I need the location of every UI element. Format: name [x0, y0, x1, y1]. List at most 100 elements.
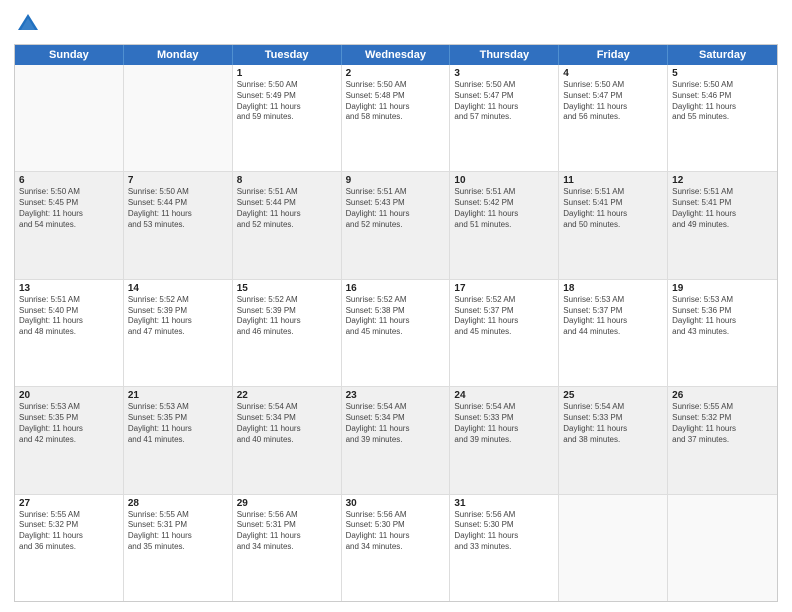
- cell-info: Sunrise: 5:50 AM Sunset: 5:47 PM Dayligh…: [454, 80, 554, 123]
- day-number: 15: [237, 283, 337, 294]
- calendar-week-row: 13Sunrise: 5:51 AM Sunset: 5:40 PM Dayli…: [15, 280, 777, 387]
- cell-info: Sunrise: 5:52 AM Sunset: 5:38 PM Dayligh…: [346, 295, 446, 338]
- calendar-cell: 25Sunrise: 5:54 AM Sunset: 5:33 PM Dayli…: [559, 387, 668, 493]
- calendar-week-row: 6Sunrise: 5:50 AM Sunset: 5:45 PM Daylig…: [15, 172, 777, 279]
- calendar-cell: 28Sunrise: 5:55 AM Sunset: 5:31 PM Dayli…: [124, 495, 233, 601]
- calendar-cell: 30Sunrise: 5:56 AM Sunset: 5:30 PM Dayli…: [342, 495, 451, 601]
- day-number: 16: [346, 283, 446, 294]
- day-header: Monday: [124, 45, 233, 65]
- cell-info: Sunrise: 5:52 AM Sunset: 5:39 PM Dayligh…: [128, 295, 228, 338]
- day-number: 10: [454, 175, 554, 186]
- calendar-cell: 10Sunrise: 5:51 AM Sunset: 5:42 PM Dayli…: [450, 172, 559, 278]
- calendar: SundayMondayTuesdayWednesdayThursdayFrid…: [14, 44, 778, 602]
- calendar-header: SundayMondayTuesdayWednesdayThursdayFrid…: [15, 45, 777, 65]
- cell-info: Sunrise: 5:54 AM Sunset: 5:34 PM Dayligh…: [237, 402, 337, 445]
- calendar-cell: 2Sunrise: 5:50 AM Sunset: 5:48 PM Daylig…: [342, 65, 451, 171]
- day-number: 26: [672, 390, 773, 401]
- cell-info: Sunrise: 5:50 AM Sunset: 5:47 PM Dayligh…: [563, 80, 663, 123]
- calendar-cell: 27Sunrise: 5:55 AM Sunset: 5:32 PM Dayli…: [15, 495, 124, 601]
- day-number: 9: [346, 175, 446, 186]
- calendar-cell: 20Sunrise: 5:53 AM Sunset: 5:35 PM Dayli…: [15, 387, 124, 493]
- calendar-week-row: 27Sunrise: 5:55 AM Sunset: 5:32 PM Dayli…: [15, 495, 777, 601]
- page: SundayMondayTuesdayWednesdayThursdayFrid…: [0, 0, 792, 612]
- day-number: 31: [454, 498, 554, 509]
- day-header: Thursday: [450, 45, 559, 65]
- calendar-cell: 26Sunrise: 5:55 AM Sunset: 5:32 PM Dayli…: [668, 387, 777, 493]
- calendar-cell: 24Sunrise: 5:54 AM Sunset: 5:33 PM Dayli…: [450, 387, 559, 493]
- day-number: 29: [237, 498, 337, 509]
- day-number: 13: [19, 283, 119, 294]
- day-number: 18: [563, 283, 663, 294]
- calendar-week-row: 1Sunrise: 5:50 AM Sunset: 5:49 PM Daylig…: [15, 65, 777, 172]
- day-number: 27: [19, 498, 119, 509]
- cell-info: Sunrise: 5:53 AM Sunset: 5:35 PM Dayligh…: [128, 402, 228, 445]
- calendar-cell: 17Sunrise: 5:52 AM Sunset: 5:37 PM Dayli…: [450, 280, 559, 386]
- day-number: 22: [237, 390, 337, 401]
- day-number: 20: [19, 390, 119, 401]
- day-number: 17: [454, 283, 554, 294]
- day-number: 30: [346, 498, 446, 509]
- calendar-cell: 14Sunrise: 5:52 AM Sunset: 5:39 PM Dayli…: [124, 280, 233, 386]
- calendar-cell: 3Sunrise: 5:50 AM Sunset: 5:47 PM Daylig…: [450, 65, 559, 171]
- calendar-cell: 15Sunrise: 5:52 AM Sunset: 5:39 PM Dayli…: [233, 280, 342, 386]
- calendar-cell: 5Sunrise: 5:50 AM Sunset: 5:46 PM Daylig…: [668, 65, 777, 171]
- calendar-cell: 29Sunrise: 5:56 AM Sunset: 5:31 PM Dayli…: [233, 495, 342, 601]
- day-number: 25: [563, 390, 663, 401]
- day-number: 8: [237, 175, 337, 186]
- cell-info: Sunrise: 5:51 AM Sunset: 5:41 PM Dayligh…: [672, 187, 773, 230]
- calendar-cell: [15, 65, 124, 171]
- cell-info: Sunrise: 5:53 AM Sunset: 5:35 PM Dayligh…: [19, 402, 119, 445]
- cell-info: Sunrise: 5:50 AM Sunset: 5:48 PM Dayligh…: [346, 80, 446, 123]
- calendar-cell: 31Sunrise: 5:56 AM Sunset: 5:30 PM Dayli…: [450, 495, 559, 601]
- cell-info: Sunrise: 5:55 AM Sunset: 5:32 PM Dayligh…: [672, 402, 773, 445]
- calendar-cell: 11Sunrise: 5:51 AM Sunset: 5:41 PM Dayli…: [559, 172, 668, 278]
- day-number: 24: [454, 390, 554, 401]
- calendar-cell: [124, 65, 233, 171]
- cell-info: Sunrise: 5:52 AM Sunset: 5:37 PM Dayligh…: [454, 295, 554, 338]
- calendar-cell: 7Sunrise: 5:50 AM Sunset: 5:44 PM Daylig…: [124, 172, 233, 278]
- day-header: Tuesday: [233, 45, 342, 65]
- cell-info: Sunrise: 5:54 AM Sunset: 5:33 PM Dayligh…: [454, 402, 554, 445]
- calendar-cell: 9Sunrise: 5:51 AM Sunset: 5:43 PM Daylig…: [342, 172, 451, 278]
- cell-info: Sunrise: 5:50 AM Sunset: 5:44 PM Dayligh…: [128, 187, 228, 230]
- day-number: 28: [128, 498, 228, 509]
- day-number: 14: [128, 283, 228, 294]
- day-number: 11: [563, 175, 663, 186]
- day-number: 4: [563, 68, 663, 79]
- cell-info: Sunrise: 5:53 AM Sunset: 5:37 PM Dayligh…: [563, 295, 663, 338]
- day-number: 2: [346, 68, 446, 79]
- cell-info: Sunrise: 5:56 AM Sunset: 5:30 PM Dayligh…: [346, 510, 446, 553]
- day-number: 5: [672, 68, 773, 79]
- day-number: 21: [128, 390, 228, 401]
- calendar-cell: 23Sunrise: 5:54 AM Sunset: 5:34 PM Dayli…: [342, 387, 451, 493]
- logo-icon: [14, 10, 42, 38]
- cell-info: Sunrise: 5:51 AM Sunset: 5:41 PM Dayligh…: [563, 187, 663, 230]
- cell-info: Sunrise: 5:51 AM Sunset: 5:40 PM Dayligh…: [19, 295, 119, 338]
- day-header: Wednesday: [342, 45, 451, 65]
- calendar-cell: 1Sunrise: 5:50 AM Sunset: 5:49 PM Daylig…: [233, 65, 342, 171]
- cell-info: Sunrise: 5:51 AM Sunset: 5:42 PM Dayligh…: [454, 187, 554, 230]
- calendar-cell: 12Sunrise: 5:51 AM Sunset: 5:41 PM Dayli…: [668, 172, 777, 278]
- day-number: 12: [672, 175, 773, 186]
- cell-info: Sunrise: 5:56 AM Sunset: 5:31 PM Dayligh…: [237, 510, 337, 553]
- calendar-cell: 21Sunrise: 5:53 AM Sunset: 5:35 PM Dayli…: [124, 387, 233, 493]
- cell-info: Sunrise: 5:54 AM Sunset: 5:33 PM Dayligh…: [563, 402, 663, 445]
- calendar-cell: 16Sunrise: 5:52 AM Sunset: 5:38 PM Dayli…: [342, 280, 451, 386]
- day-header: Friday: [559, 45, 668, 65]
- day-number: 19: [672, 283, 773, 294]
- calendar-cell: [559, 495, 668, 601]
- cell-info: Sunrise: 5:50 AM Sunset: 5:49 PM Dayligh…: [237, 80, 337, 123]
- logo: [14, 10, 46, 38]
- calendar-cell: 4Sunrise: 5:50 AM Sunset: 5:47 PM Daylig…: [559, 65, 668, 171]
- day-header: Sunday: [15, 45, 124, 65]
- cell-info: Sunrise: 5:55 AM Sunset: 5:31 PM Dayligh…: [128, 510, 228, 553]
- day-header: Saturday: [668, 45, 777, 65]
- calendar-cell: 13Sunrise: 5:51 AM Sunset: 5:40 PM Dayli…: [15, 280, 124, 386]
- calendar-body: 1Sunrise: 5:50 AM Sunset: 5:49 PM Daylig…: [15, 65, 777, 601]
- day-number: 6: [19, 175, 119, 186]
- day-number: 1: [237, 68, 337, 79]
- calendar-cell: [668, 495, 777, 601]
- cell-info: Sunrise: 5:50 AM Sunset: 5:46 PM Dayligh…: [672, 80, 773, 123]
- cell-info: Sunrise: 5:52 AM Sunset: 5:39 PM Dayligh…: [237, 295, 337, 338]
- day-number: 23: [346, 390, 446, 401]
